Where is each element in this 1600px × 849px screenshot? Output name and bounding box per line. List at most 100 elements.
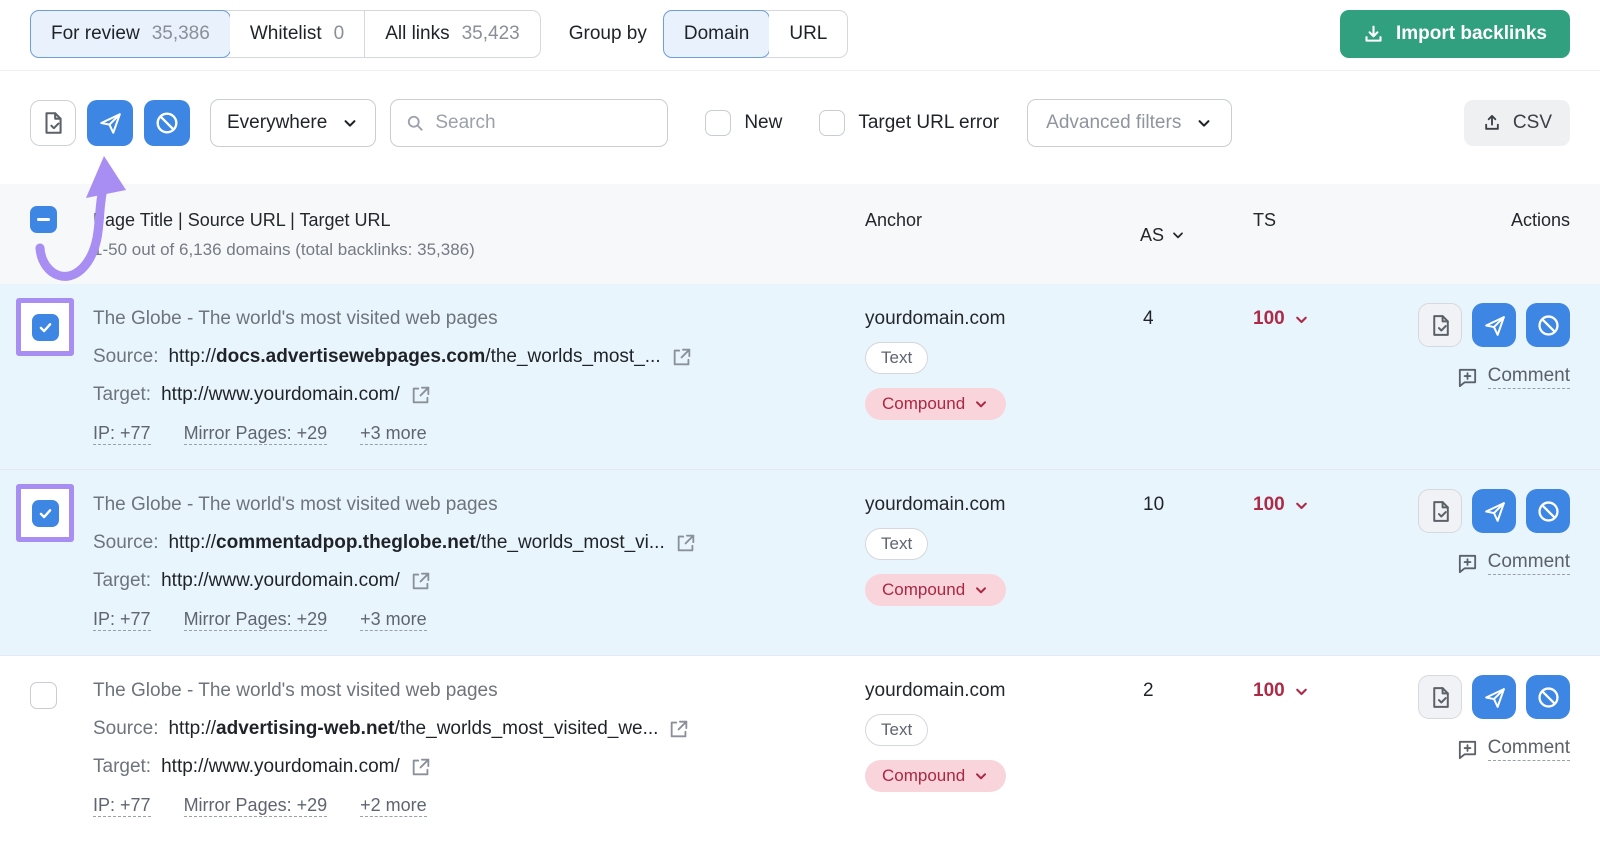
- toxicity-score-dropdown[interactable]: 100: [1253, 486, 1310, 524]
- chevron-down-icon: [341, 114, 359, 132]
- download-icon: [1363, 24, 1384, 45]
- external-link-icon[interactable]: [410, 384, 432, 406]
- import-backlinks-label: Import backlinks: [1396, 23, 1547, 45]
- mirror-pages-expander[interactable]: Mirror Pages: +29: [184, 609, 328, 631]
- search-input[interactable]: [435, 112, 653, 134]
- search-box: [390, 99, 668, 147]
- target-label: Target:: [93, 748, 151, 786]
- new-filter-checkbox[interactable]: New: [705, 110, 782, 136]
- move-to-disavow-button[interactable]: [144, 100, 190, 146]
- target-label: Target:: [93, 562, 151, 600]
- authority-score-value: 2: [1125, 672, 1225, 824]
- group-by-control: Group by Domain URL: [569, 10, 849, 58]
- group-by-domain-button[interactable]: Domain: [663, 10, 770, 58]
- toxicity-score-dropdown[interactable]: 100: [1253, 300, 1310, 338]
- anchor-text: yourdomain.com: [865, 486, 1125, 524]
- row-checkbox[interactable]: [30, 682, 57, 709]
- paper-plane-icon: [1482, 499, 1507, 524]
- ip-expander[interactable]: IP: +77: [93, 609, 151, 631]
- paper-plane-icon: [1482, 313, 1507, 338]
- document-check-icon: [1428, 685, 1453, 710]
- row-checkbox[interactable]: [32, 314, 59, 341]
- checkbox-unchecked[interactable]: [819, 110, 845, 136]
- page-title: The Globe - The world's most visited web…: [93, 672, 853, 710]
- tab-label: All links: [385, 23, 449, 45]
- check-icon: [37, 319, 54, 336]
- disavow-button[interactable]: [1526, 675, 1570, 719]
- comment-button[interactable]: Comment: [1355, 737, 1570, 761]
- mirror-pages-expander[interactable]: Mirror Pages: +29: [184, 423, 328, 445]
- group-by-url-button[interactable]: URL: [769, 11, 847, 57]
- chevron-down-icon: [1195, 114, 1213, 132]
- keep-for-review-button[interactable]: [1418, 675, 1462, 719]
- whitelist-button[interactable]: [1472, 489, 1516, 533]
- toxicity-badge[interactable]: Compound: [865, 388, 1006, 420]
- review-document-button[interactable]: [30, 100, 76, 146]
- target-url: http://www.yourdomain.com/: [161, 748, 400, 786]
- column-header-as-sort[interactable]: AS: [1125, 206, 1225, 264]
- row-meta: IP: +77 Mirror Pages: +29 +2 more: [93, 786, 853, 824]
- group-by-label: Group by: [569, 23, 647, 45]
- tab-all-links[interactable]: All links 35,423: [365, 11, 540, 57]
- external-link-icon[interactable]: [668, 718, 690, 740]
- select-all-checkbox[interactable]: [30, 206, 57, 233]
- disavow-button[interactable]: [1526, 303, 1570, 347]
- keep-for-review-button[interactable]: [1418, 489, 1462, 533]
- source-url: http://docs.advertisewebpages.com/the_wo…: [168, 338, 660, 376]
- block-icon: [1536, 313, 1561, 338]
- whitelist-button[interactable]: [1472, 675, 1516, 719]
- export-csv-button[interactable]: CSV: [1464, 100, 1570, 146]
- target-url-error-checkbox[interactable]: Target URL error: [819, 110, 999, 136]
- whitelist-button[interactable]: [1472, 303, 1516, 347]
- more-expander[interactable]: +2 more: [360, 795, 427, 817]
- row-checkbox[interactable]: [32, 500, 59, 527]
- tab-for-review[interactable]: For review 35,386: [30, 10, 231, 58]
- source-label: Source:: [93, 338, 158, 376]
- external-link-icon[interactable]: [410, 570, 432, 592]
- paper-plane-icon: [97, 110, 123, 136]
- checkbox-unchecked[interactable]: [705, 110, 731, 136]
- import-backlinks-button[interactable]: Import backlinks: [1340, 10, 1570, 58]
- block-icon: [1536, 499, 1561, 524]
- source-label: Source:: [93, 524, 158, 562]
- disavow-button[interactable]: [1526, 489, 1570, 533]
- document-check-icon: [1428, 499, 1453, 524]
- group-by-toggle: Domain URL: [663, 10, 849, 58]
- table-row: The Globe - The world's most visited web…: [0, 655, 1600, 841]
- keep-for-review-button[interactable]: [1418, 303, 1462, 347]
- toxicity-score-value: 100: [1253, 300, 1285, 338]
- ip-expander[interactable]: IP: +77: [93, 795, 151, 817]
- ip-expander[interactable]: IP: +77: [93, 423, 151, 445]
- move-to-whitelist-button[interactable]: [87, 100, 133, 146]
- tab-count: 35,386: [152, 23, 210, 45]
- anchor-type-badge: Text: [865, 342, 928, 374]
- comment-plus-icon: [1456, 738, 1479, 761]
- authority-score-value: 10: [1125, 486, 1225, 638]
- backlink-audit-page: For review 35,386 Whitelist 0 All links …: [0, 0, 1600, 849]
- row-meta: IP: +77 Mirror Pages: +29 +3 more: [93, 414, 853, 452]
- comment-button[interactable]: Comment: [1355, 365, 1570, 389]
- comment-button[interactable]: Comment: [1355, 551, 1570, 575]
- tab-whitelist[interactable]: Whitelist 0: [230, 11, 365, 57]
- more-expander[interactable]: +3 more: [360, 423, 427, 445]
- external-link-icon[interactable]: [675, 532, 697, 554]
- scope-dropdown-value: Everywhere: [227, 112, 327, 134]
- more-expander[interactable]: +3 more: [360, 609, 427, 631]
- scope-dropdown[interactable]: Everywhere: [210, 99, 376, 147]
- target-label: Target:: [93, 376, 151, 414]
- mirror-pages-expander[interactable]: Mirror Pages: +29: [184, 795, 328, 817]
- tab-label: Whitelist: [250, 23, 322, 45]
- toxicity-badge[interactable]: Compound: [865, 574, 1006, 606]
- export-csv-label: CSV: [1513, 112, 1552, 134]
- advanced-filters-label: Advanced filters: [1046, 112, 1181, 134]
- external-link-icon[interactable]: [671, 346, 693, 368]
- table-row: The Globe - The world's most visited web…: [0, 469, 1600, 655]
- toxicity-badge[interactable]: Compound: [865, 760, 1006, 792]
- advanced-filters-dropdown[interactable]: Advanced filters: [1027, 99, 1232, 147]
- toxicity-score-dropdown[interactable]: 100: [1253, 672, 1310, 710]
- comment-label: Comment: [1488, 365, 1570, 389]
- annotation-highlight-box: [16, 484, 74, 542]
- comment-label: Comment: [1488, 551, 1570, 575]
- column-header-actions: Actions: [1355, 206, 1570, 264]
- external-link-icon[interactable]: [410, 756, 432, 778]
